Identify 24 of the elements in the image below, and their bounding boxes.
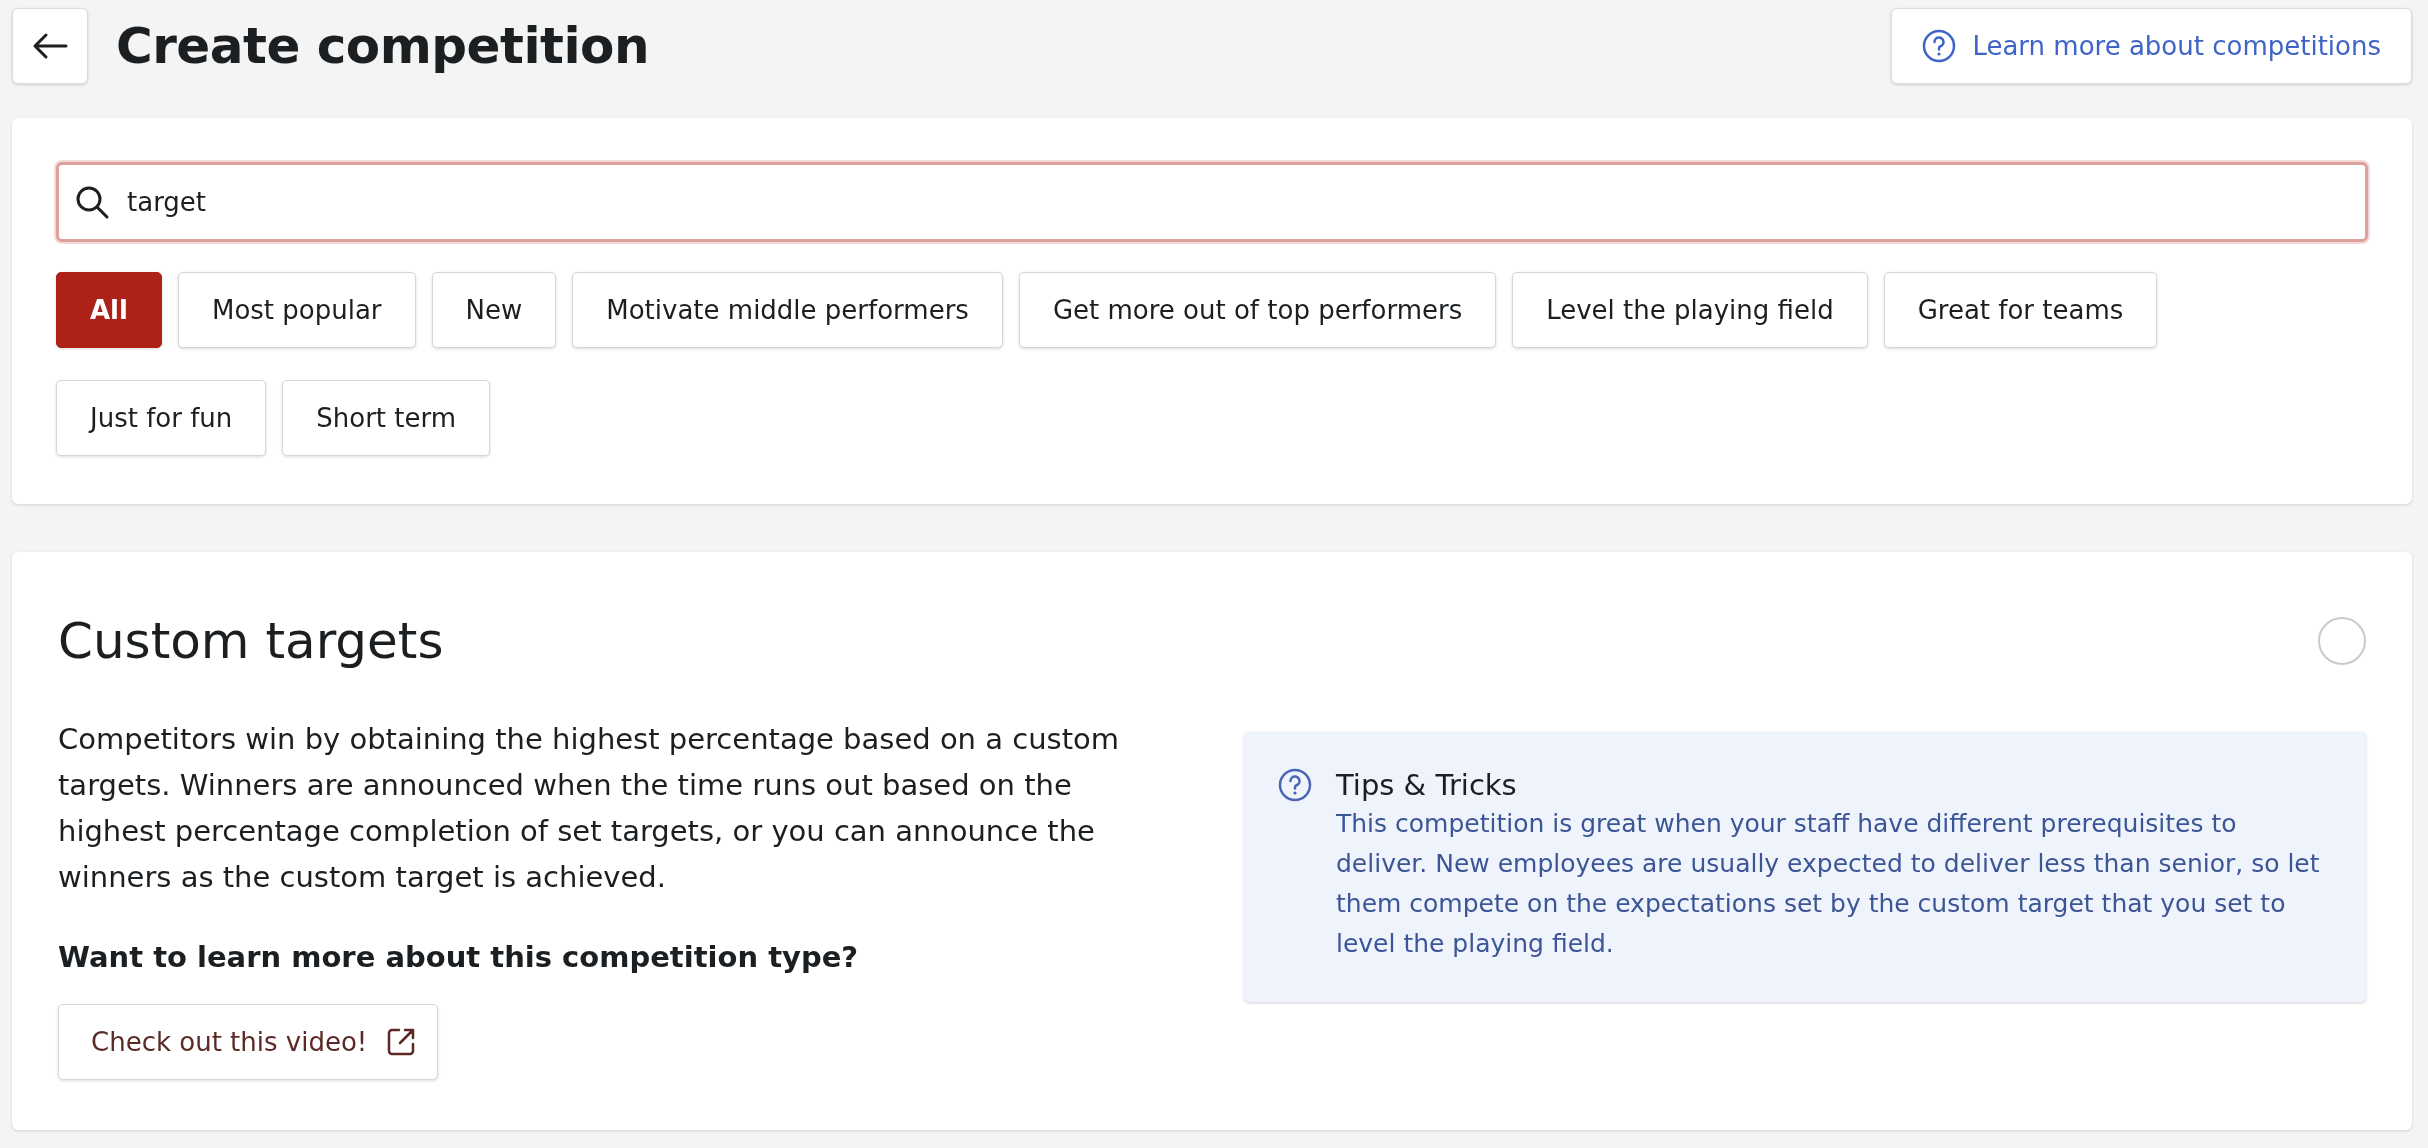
tips-text: This competition is great when your staff have different prerequisites to deliver. New employees are usually expected to deliver less than senior, so let them compete on the expectations set by the custom target that you set to level the playing field. [1336, 808, 2321, 960]
video-button[interactable]: Check out this video! [58, 1004, 439, 1080]
filter-chip[interactable]: New [431, 272, 557, 348]
filter-chip[interactable]: Short term [282, 380, 491, 456]
filter-chip[interactable]: Level the playing field [1512, 272, 1868, 348]
help-icon [1278, 768, 1312, 802]
competition-title: Custom targets [58, 612, 444, 670]
filter-chip[interactable]: All [56, 272, 162, 348]
competition-description: Competitors win by obtaining the highest percentage based on a custom targets. Winners are announced when the time runs out based on the highest percentage completion of set targets, or you can announce the winners as the custom target is achieved. [58, 721, 1120, 896]
search-field[interactable]: target [56, 162, 2368, 242]
select-radio[interactable] [2318, 617, 2366, 665]
filter-chip[interactable]: Just for fun [56, 380, 267, 456]
learn-more-question: Want to learn more about this competition type? [58, 940, 860, 974]
page-title: Create competition [116, 17, 651, 75]
help-icon [1922, 29, 1957, 63]
filter-chip[interactable]: Great for teams [1883, 272, 2158, 348]
filter-chip[interactable]: Most popular [177, 272, 416, 348]
learn-more-button[interactable]: Learn more about competitions [1891, 8, 2412, 84]
filter-chip[interactable]: Motivate middle performers [572, 272, 1003, 348]
back-button[interactable] [12, 8, 88, 84]
back-arrow-icon [32, 32, 68, 60]
search-icon [74, 184, 110, 220]
tips-title: Tips & Tricks [1336, 768, 1518, 802]
filter-chip[interactable]: Get more out of top performers [1018, 272, 1497, 348]
